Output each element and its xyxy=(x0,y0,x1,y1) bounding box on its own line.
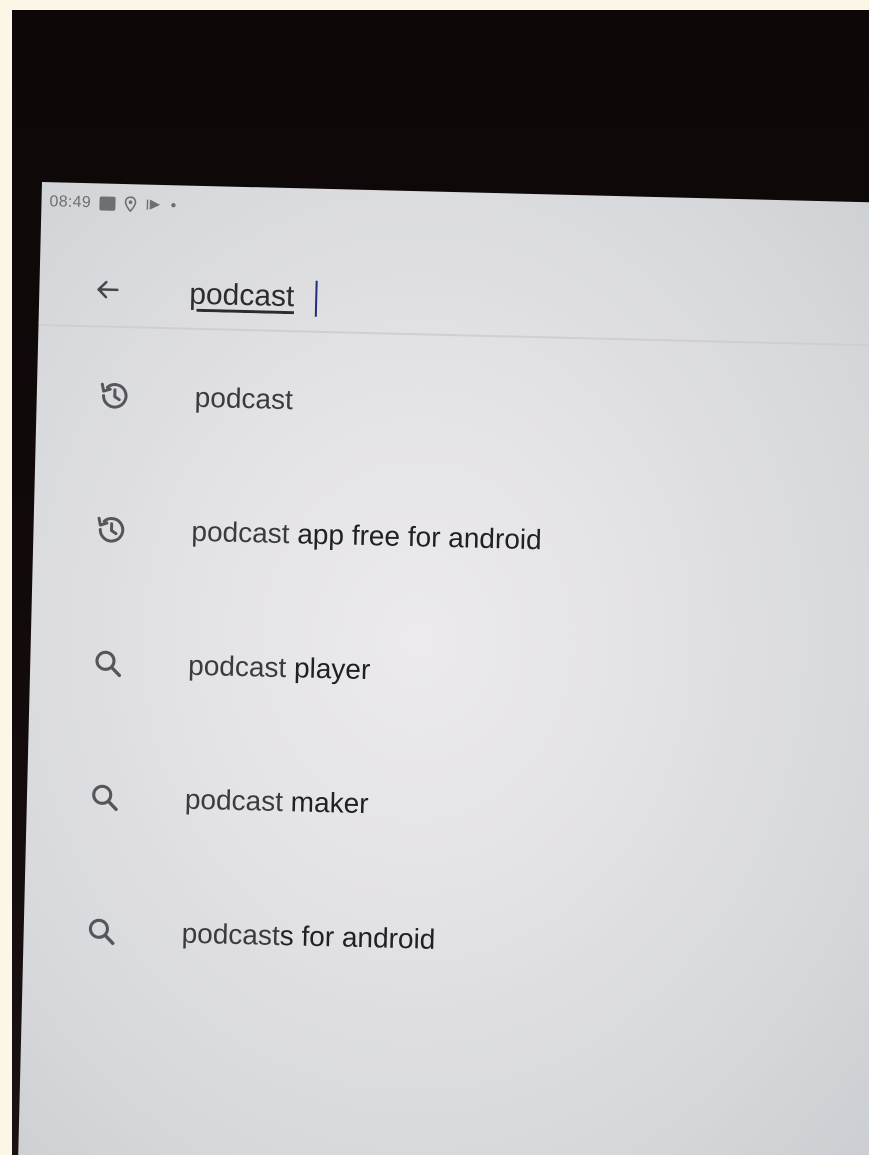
phone-screen: 08:49 podcast podcast podcast app free f… xyxy=(17,182,869,1155)
suggestion-item[interactable]: podcast xyxy=(35,327,869,482)
suggestion-text: podcast player xyxy=(187,649,371,686)
device-frame: 08:49 podcast podcast podcast app free f… xyxy=(12,10,869,1155)
location-icon xyxy=(123,196,137,213)
photo-icon xyxy=(98,196,116,211)
search-icon xyxy=(84,777,125,818)
suggestion-text: podcast maker xyxy=(184,783,369,820)
cast-icon xyxy=(145,198,161,212)
arrow-left-icon xyxy=(92,274,123,310)
suggestion-item[interactable]: podcasts for android xyxy=(22,863,869,1018)
status-bar: 08:49 xyxy=(41,182,869,243)
search-icon xyxy=(88,643,129,684)
back-button[interactable] xyxy=(87,271,128,312)
suggestion-item[interactable]: podcast player xyxy=(29,595,869,750)
suggestion-item[interactable]: podcast app free for android xyxy=(32,461,869,616)
suggestion-text: podcast xyxy=(194,381,294,416)
suggestion-text: podcasts for android xyxy=(181,917,436,955)
search-input[interactable] xyxy=(188,275,690,326)
suggestion-item[interactable]: podcast maker xyxy=(25,729,869,884)
history-icon xyxy=(94,375,135,416)
status-time: 08:49 xyxy=(49,193,92,212)
suggestion-text: podcast app free for android xyxy=(191,515,543,556)
search-icon xyxy=(81,911,122,952)
suggestion-list: podcast podcast app free for android pod… xyxy=(22,327,869,1018)
history-icon xyxy=(91,509,132,550)
dot-icon xyxy=(169,201,177,209)
